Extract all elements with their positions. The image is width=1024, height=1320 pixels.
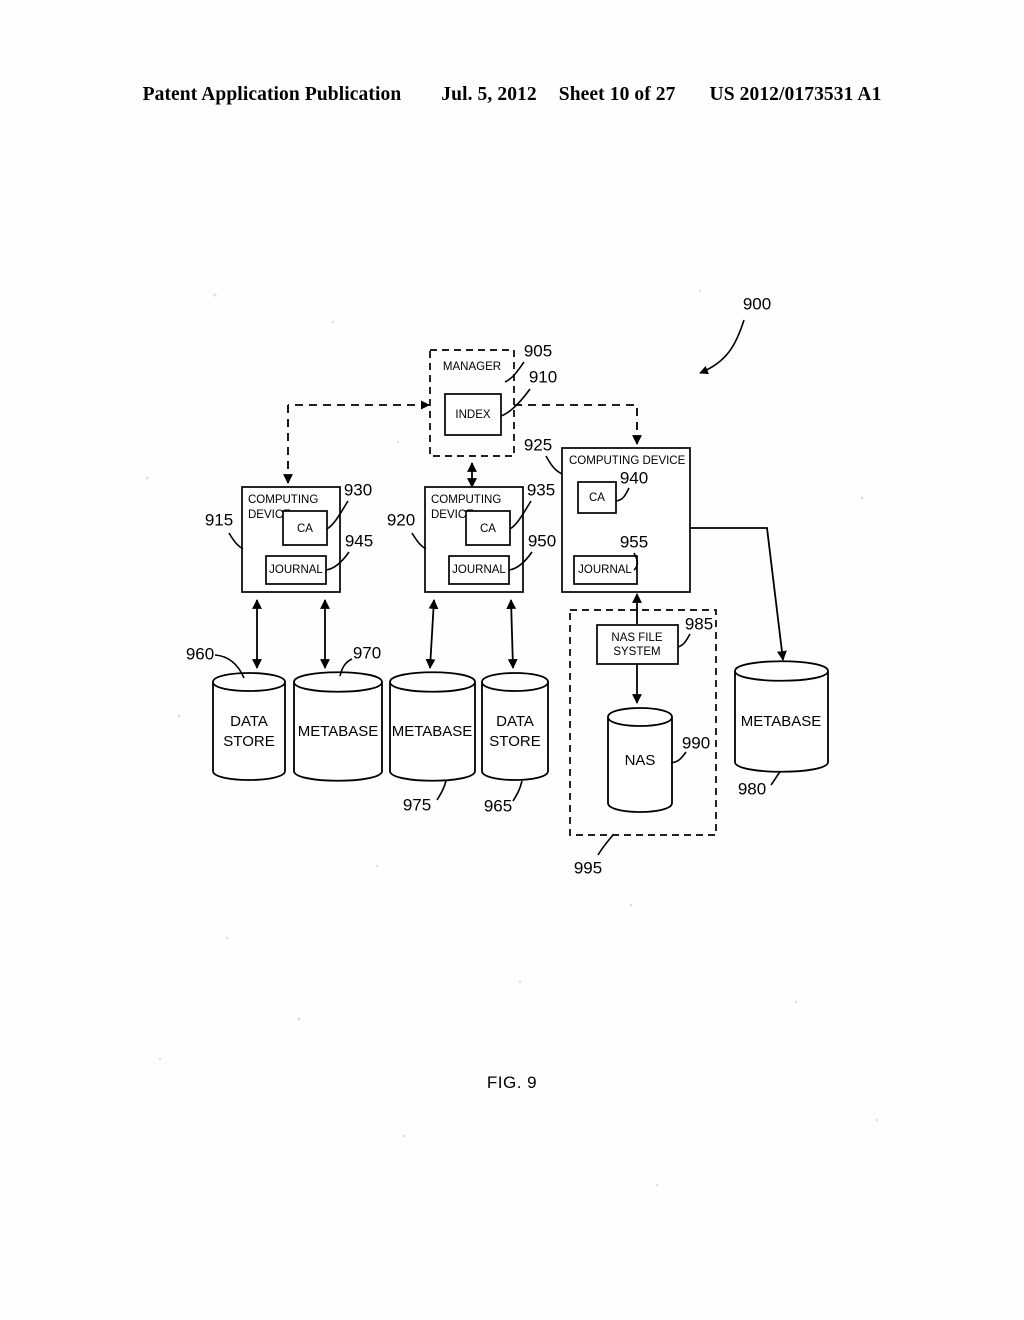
metabase-2-label: METABASE bbox=[392, 723, 473, 740]
ref-975-label: 975 bbox=[403, 795, 431, 814]
metabase-1-label: METABASE bbox=[298, 723, 379, 740]
ca-left-label: CA bbox=[297, 523, 313, 535]
ref-950-label: 950 bbox=[528, 531, 556, 550]
index-label: INDEX bbox=[455, 409, 490, 421]
patent-page: Patent Application Publication Jul. 5, 2… bbox=[0, 0, 1024, 1320]
nas-cylinder: NAS bbox=[607, 707, 673, 813]
metabase-3-cylinder: METABASE bbox=[734, 660, 829, 773]
journal-mid-label: JOURNAL bbox=[452, 564, 506, 576]
link-mid-device-to-data-store bbox=[506, 599, 518, 669]
ref-930-label: 930 bbox=[344, 480, 372, 499]
journal-right-label: JOURNAL bbox=[578, 564, 632, 576]
ca-right-label: CA bbox=[589, 492, 605, 504]
ref-970-label: 970 bbox=[353, 643, 381, 662]
ref-990-label: 990 bbox=[682, 733, 710, 752]
computing-device-right-label: COMPUTING DEVICE bbox=[569, 455, 686, 467]
ca-mid-label: CA bbox=[480, 523, 496, 535]
ref-995-label: 995 bbox=[574, 858, 602, 877]
data-store-right-label-line2: STORE bbox=[489, 733, 540, 750]
ref-925-label: 925 bbox=[524, 435, 552, 454]
data-store-right-label-line1: DATA bbox=[496, 713, 534, 730]
nas-label: NAS bbox=[625, 752, 656, 769]
computing-device-left-label-line1: COMPUTING bbox=[248, 494, 318, 506]
journal-left-label: JOURNAL bbox=[269, 564, 323, 576]
link-mid-device-to-metabase bbox=[425, 599, 439, 669]
link-right-device-to-metabase-980 bbox=[690, 527, 787, 661]
ref-960-label: 960 bbox=[186, 644, 214, 663]
figure-9-diagram: 900 MANAGER 905 INDEX 910 COMPUTING DEVI… bbox=[145, 289, 879, 1187]
ref-965-label: 965 bbox=[484, 796, 512, 815]
data-store-left-cylinder: DATA STORE bbox=[212, 672, 286, 781]
metabase-2-cylinder: METABASE bbox=[389, 671, 476, 782]
ref-905-label: 905 bbox=[524, 341, 552, 360]
ref-945-label: 945 bbox=[345, 531, 373, 550]
data-store-left-label-line2: STORE bbox=[223, 733, 274, 750]
metabase-1-cylinder: METABASE bbox=[293, 671, 383, 782]
ref-920-label: 920 bbox=[387, 510, 415, 529]
nas-file-system-label-line2: SYSTEM bbox=[613, 646, 660, 658]
ref-940-label: 940 bbox=[620, 468, 648, 487]
ref-955-label: 955 bbox=[620, 532, 648, 551]
data-store-left-label-line1: DATA bbox=[230, 713, 268, 730]
nas-file-system-box bbox=[596, 624, 679, 665]
manager-label: MANAGER bbox=[443, 361, 501, 373]
data-store-right-cylinder: DATA STORE bbox=[481, 672, 549, 781]
system-reference-900: 900 bbox=[699, 294, 771, 375]
metabase-3-label: METABASE bbox=[741, 713, 822, 730]
link-manager-to-left-device bbox=[283, 400, 430, 484]
ref-985-label: 985 bbox=[685, 614, 713, 633]
ref-980-label: 980 bbox=[738, 779, 766, 798]
computing-device-mid-label-line1: COMPUTING bbox=[431, 494, 501, 506]
ref-915-label: 915 bbox=[205, 510, 233, 529]
ref-935-label: 935 bbox=[527, 480, 555, 499]
ref-900-label: 900 bbox=[743, 294, 771, 313]
nas-file-system-label-line1: NAS FILE bbox=[611, 632, 662, 644]
ref-910-label: 910 bbox=[529, 367, 557, 386]
